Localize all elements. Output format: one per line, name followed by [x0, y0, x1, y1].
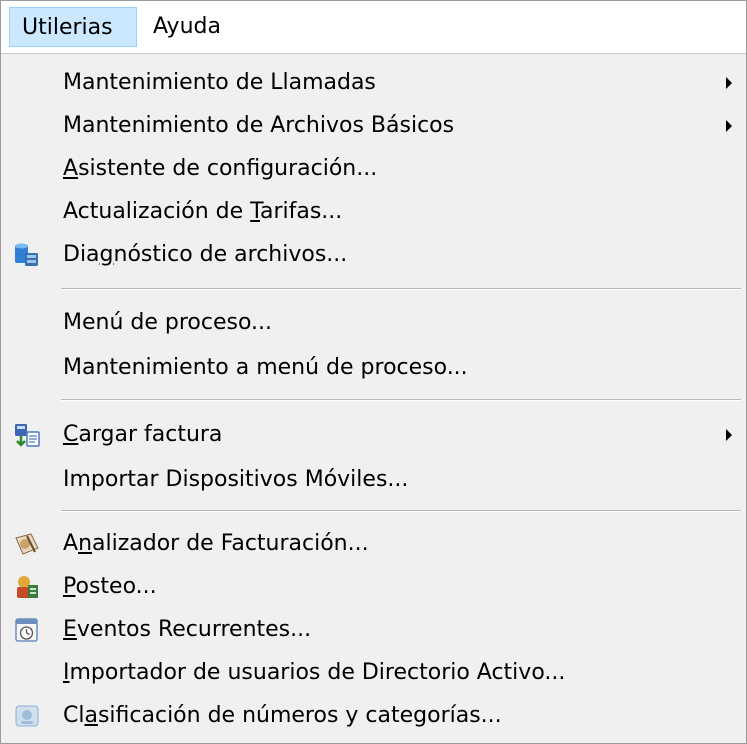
- menu-item-importador-usuarios[interactable]: Importador de usuarios de Directorio Act…: [1, 651, 746, 694]
- menubar-item-utilerias[interactable]: Utilerias: [9, 7, 137, 47]
- label-part: sificación de números y categorías...: [97, 703, 502, 728]
- access-key: E: [63, 617, 77, 642]
- menu-item-label: Mantenimiento a menú de proceso...: [63, 355, 468, 380]
- label-part: ventos Recurrentes...: [76, 617, 312, 642]
- menu-item-mantenimiento-llamadas[interactable]: Mantenimiento de Llamadas: [1, 61, 746, 104]
- menu-item-actualizacion-tarifas[interactable]: Actualización de Tarifas...: [1, 190, 746, 233]
- access-key: A: [63, 156, 79, 181]
- menu-item-clasificacion-numeros[interactable]: Clasificación de números y categorías...: [1, 694, 746, 737]
- submenu-arrow-icon: [726, 120, 732, 132]
- menubar-item-ayuda[interactable]: Ayuda: [141, 7, 233, 47]
- menu-item-label: Posteo...: [63, 565, 157, 608]
- menu-item-asistente-configuracion[interactable]: Asistente de configuración...: [1, 147, 746, 190]
- menu-item-label: Diagnóstico de archivos...: [63, 233, 347, 276]
- menu-item-importar-dispositivos[interactable]: Importar Dispositivos Móviles...: [1, 458, 746, 501]
- menu-item-label: Mantenimiento de Archivos Básicos: [63, 113, 455, 138]
- menu-item-menu-proceso[interactable]: Menú de proceso...: [1, 301, 746, 344]
- menu-item-label: Menú de proceso...: [63, 310, 273, 335]
- submenu-arrow-icon: [726, 77, 732, 89]
- menu-item-posteo[interactable]: Posteo...: [1, 565, 746, 608]
- menu-item-label: Clasificación de números y categorías...: [63, 694, 502, 737]
- menu-item-label: Importador de usuarios de Directorio Act…: [63, 651, 565, 694]
- label-part: alizador de Facturación...: [92, 531, 369, 556]
- submenu-arrow-icon: [726, 429, 732, 441]
- label-part: sistente de configuración...: [78, 156, 378, 181]
- label-part: mportador de usuarios de Directorio Acti…: [69, 660, 566, 685]
- access-key: C: [63, 422, 79, 447]
- menu-item-cargar-factura[interactable]: Cargar factura: [1, 413, 746, 456]
- utilerias-dropdown-menu: Mantenimiento de Llamadas Mantenimiento …: [1, 54, 746, 743]
- menu-item-analizador-facturacion[interactable]: Analizador de Facturación...: [1, 522, 746, 565]
- menu-separator: [61, 510, 741, 512]
- menu-item-label: Analizador de Facturación...: [63, 522, 369, 565]
- window-frame: Utilerias Ayuda Mantenimiento de Llamada…: [0, 0, 747, 744]
- menu-item-mantenimiento-menu-proceso[interactable]: Mantenimiento a menú de proceso...: [1, 346, 746, 389]
- menu-item-label: Importar Dispositivos Móviles...: [63, 467, 409, 492]
- access-key: n: [78, 531, 93, 556]
- calendar-clock-icon: [13, 616, 41, 644]
- menu-separator: [61, 288, 741, 290]
- menu-separator: [61, 399, 741, 401]
- menu-item-label: Mantenimiento de Llamadas: [63, 70, 376, 95]
- menubar-item-label: Utilerias: [22, 15, 113, 40]
- label-part: argar factura: [78, 422, 223, 447]
- menu-item-eventos-recurrentes[interactable]: Eventos Recurrentes...: [1, 608, 746, 651]
- label-part: arifas...: [259, 199, 343, 224]
- label-part: Dia: [63, 242, 100, 267]
- access-key: a: [84, 703, 98, 728]
- label-part: nóstico de archivos...: [113, 242, 348, 267]
- posting-icon: [13, 573, 41, 601]
- menu-item-mantenimiento-archivos[interactable]: Mantenimiento de Archivos Básicos: [1, 104, 746, 147]
- menu-item-label: Cargar factura: [63, 413, 222, 456]
- load-invoice-icon: [13, 421, 41, 449]
- analyzer-icon: [13, 530, 41, 558]
- menu-item-label: Actualización de Tarifas...: [63, 190, 342, 233]
- menu-item-label: Asistente de configuración...: [63, 147, 377, 190]
- access-key: P: [63, 574, 76, 599]
- menu-item-label: Eventos Recurrentes...: [63, 608, 311, 651]
- menu-item-diagnostico-archivos[interactable]: Diagnóstico de archivos...: [1, 233, 746, 276]
- menu-bar: Utilerias Ayuda: [1, 1, 746, 54]
- menubar-item-label: Ayuda: [153, 14, 221, 39]
- label-part: Cl: [63, 703, 85, 728]
- label-part: osteo...: [75, 574, 157, 599]
- database-diagnostic-icon: [13, 241, 41, 269]
- access-key: T: [250, 199, 260, 224]
- label-part: Actualización de: [63, 199, 251, 224]
- access-key: g: [99, 242, 114, 267]
- label-part: A: [63, 531, 79, 556]
- classification-icon: [13, 702, 41, 730]
